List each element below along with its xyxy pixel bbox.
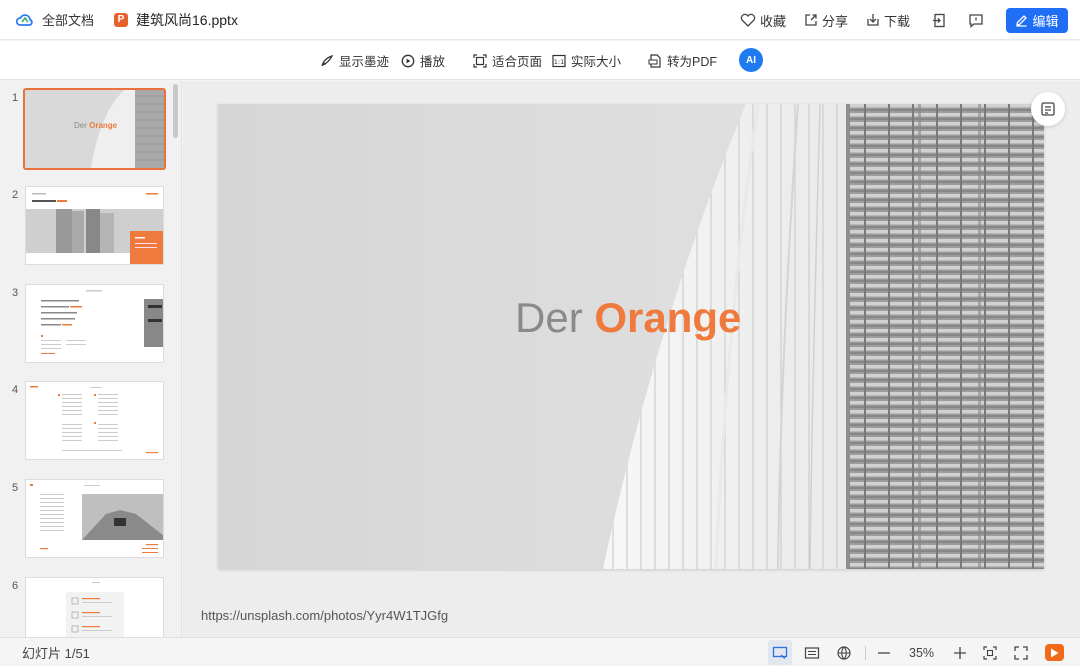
actual-size-button[interactable]: 1:1 实际大小 bbox=[552, 41, 621, 80]
play-circle-icon bbox=[401, 54, 415, 67]
show-ink-button[interactable]: 显示墨迹 bbox=[320, 41, 389, 80]
edit-label: 编辑 bbox=[1032, 13, 1059, 29]
to-pdf-button[interactable]: 转为PDF bbox=[648, 41, 717, 80]
thumbnail-number: 6 bbox=[12, 580, 19, 592]
notes-panel-icon bbox=[1041, 102, 1055, 116]
play-icon bbox=[1051, 648, 1059, 657]
thumbnail-number: 2 bbox=[12, 189, 19, 201]
fullscreen-icon bbox=[1014, 645, 1028, 660]
fit-page-icon bbox=[473, 53, 487, 68]
web-view-button[interactable] bbox=[836, 638, 852, 666]
plus-icon bbox=[954, 646, 966, 659]
zoom-in-button[interactable] bbox=[952, 638, 968, 666]
thumbnail-number: 1 bbox=[12, 92, 19, 104]
svg-text:1:1: 1:1 bbox=[554, 58, 564, 66]
slide-title-orange: Orange bbox=[594, 294, 742, 341]
favorite-button[interactable]: 收藏 bbox=[740, 11, 786, 30]
slideshow-play-button[interactable] bbox=[1045, 644, 1064, 661]
thumbnail-number: 4 bbox=[12, 384, 19, 396]
sidebar-scrollbar[interactable] bbox=[173, 84, 178, 138]
slide-title[interactable]: Der Orange bbox=[515, 294, 741, 342]
slide-canvas[interactable]: Der Orange https://unsplash.com/photos/Y… bbox=[183, 81, 1080, 637]
slide-thumbnail-4[interactable] bbox=[25, 381, 164, 460]
slide-thumbnail-2[interactable] bbox=[25, 186, 164, 265]
fullscreen-button[interactable] bbox=[1013, 638, 1029, 666]
notes-view-button[interactable] bbox=[804, 638, 820, 666]
slide-counter: 幻灯片 1/51 bbox=[22, 646, 90, 661]
slide-view-icon bbox=[772, 646, 788, 659]
fit-page-button[interactable]: 适合页面 bbox=[473, 41, 542, 80]
file-name: 建筑风尚16.pptx bbox=[136, 11, 238, 28]
thumbnail-number: 3 bbox=[12, 287, 19, 299]
current-slide[interactable]: Der Orange bbox=[218, 104, 1044, 569]
cloud-icon[interactable] bbox=[15, 13, 34, 27]
view-toolbar: 显示墨迹 播放 适合页面 1:1 实际大小 转为PDF AI bbox=[0, 41, 1080, 80]
slide-thumbnail-6[interactable] bbox=[25, 577, 164, 637]
minus-icon bbox=[878, 651, 890, 654]
favorite-label: 收藏 bbox=[759, 13, 786, 29]
actual-size-icon: 1:1 bbox=[552, 54, 566, 67]
thumbnail-number: 5 bbox=[12, 482, 19, 494]
download-button[interactable]: 下载 bbox=[866, 11, 910, 30]
zoom-out-button[interactable] bbox=[876, 638, 892, 666]
edit-button[interactable]: 编辑 bbox=[1006, 7, 1068, 33]
fit-page-label: 适合页面 bbox=[492, 55, 543, 69]
file-tab: P 建筑风尚16.pptx bbox=[114, 10, 238, 30]
slide-thumbnail-1[interactable]: Der Orange bbox=[23, 88, 166, 170]
ppt-file-icon: P bbox=[114, 12, 129, 27]
thumbnail-sidebar[interactable]: 1 Der Orange 2 3 4 5 6 bbox=[0, 81, 182, 637]
thumbnail-title: Der Orange bbox=[74, 121, 118, 130]
pdf-icon bbox=[648, 53, 661, 68]
share-icon bbox=[805, 14, 817, 26]
all-docs-link[interactable]: 全部文档 bbox=[42, 10, 94, 29]
slide-notes-toggle-button[interactable] bbox=[1031, 92, 1065, 126]
ai-assistant-button[interactable]: AI bbox=[739, 48, 763, 72]
ink-pen-icon bbox=[321, 54, 334, 66]
keyboard-icon bbox=[804, 646, 820, 659]
globe-icon bbox=[837, 645, 851, 660]
slide-thumbnail-3[interactable] bbox=[25, 284, 164, 363]
share-button[interactable]: 分享 bbox=[804, 11, 848, 30]
download-icon bbox=[867, 14, 879, 26]
fit-window-button[interactable] bbox=[982, 638, 998, 666]
slide-title-gray: Der bbox=[515, 294, 583, 341]
show-ink-label: 显示墨迹 bbox=[339, 55, 390, 69]
play-button[interactable]: 播放 bbox=[401, 41, 445, 80]
status-bar: 幻灯片 1/51 35% bbox=[0, 637, 1080, 666]
divider bbox=[865, 646, 866, 660]
comment-icon[interactable] bbox=[968, 13, 984, 28]
top-bar: 全部文档 P 建筑风尚16.pptx 收藏 分享 下载 编辑 bbox=[0, 0, 1080, 40]
share-label: 分享 bbox=[821, 13, 848, 29]
to-pdf-label: 转为PDF bbox=[667, 55, 718, 69]
heart-icon bbox=[740, 13, 756, 27]
download-label: 下载 bbox=[883, 13, 910, 29]
slide-thumbnail-5[interactable] bbox=[25, 479, 164, 558]
pencil-icon bbox=[1016, 14, 1028, 27]
actual-size-label: 实际大小 bbox=[571, 55, 622, 69]
zoom-level[interactable]: 35% bbox=[909, 638, 934, 666]
export-icon[interactable] bbox=[932, 13, 946, 28]
speaker-notes[interactable]: https://unsplash.com/photos/Yyr4W1TJGfg bbox=[201, 608, 448, 623]
normal-view-button[interactable] bbox=[768, 640, 792, 665]
play-label: 播放 bbox=[420, 55, 446, 69]
fit-window-icon bbox=[983, 645, 997, 660]
